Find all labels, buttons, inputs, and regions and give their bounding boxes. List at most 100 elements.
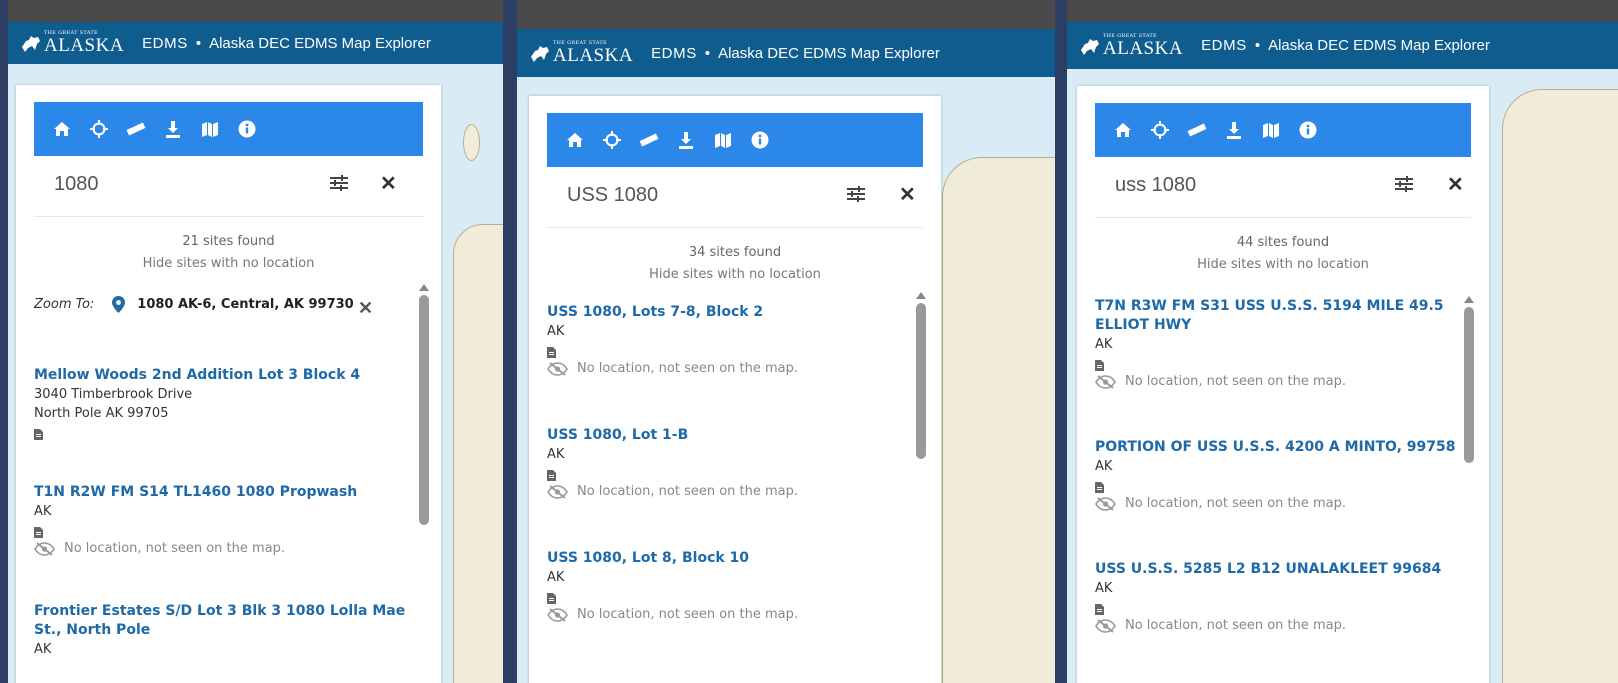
search-panel: ✕ 34 sites found Hide sites with no loca… [529, 96, 941, 683]
alaska-logo[interactable]: THE GREAT STATE ALASKA [1079, 33, 1184, 59]
logo-title: ALASKA [553, 45, 634, 66]
result-address-line: AK [547, 447, 565, 462]
eye-slash-icon [34, 541, 55, 556]
home-icon[interactable] [1113, 120, 1133, 140]
map-land [463, 124, 480, 161]
home-icon[interactable] [52, 119, 72, 139]
document-icon[interactable] [1095, 482, 1104, 493]
scroll-thumb[interactable] [1464, 307, 1474, 463]
eye-slash-icon [1095, 496, 1116, 511]
scroll-thumb[interactable] [916, 303, 926, 459]
no-location-text: No location, not seen on the map. [577, 361, 799, 376]
result-title[interactable]: USS 1080, Lots 7-8, Block 2 [547, 303, 911, 322]
result-item[interactable]: Mellow Woods 2nd Addition Lot 3 Block 4 … [34, 366, 411, 440]
results-scrollbar[interactable] [1464, 296, 1474, 683]
scroll-up-arrow[interactable] [419, 284, 429, 291]
filter-icon[interactable] [330, 175, 348, 196]
filter-icon[interactable] [847, 186, 865, 207]
no-location-text: No location, not seen on the map. [1125, 618, 1347, 633]
info-icon[interactable] [237, 119, 257, 139]
search-input[interactable] [565, 183, 799, 208]
search-panel: ✕ 21 sites found Hide sites with no loca… [16, 85, 441, 683]
app-title: Alaska DEC EDMS Map Explorer [1268, 37, 1490, 54]
search-input[interactable] [1113, 173, 1347, 198]
clear-search-button[interactable]: ✕ [1447, 172, 1464, 197]
result-item[interactable]: USS U.S.S. 5285 L2 B12 UNALAKLEET 99684 … [1095, 560, 1459, 633]
document-icon[interactable] [1095, 360, 1104, 371]
map-icon[interactable] [200, 119, 220, 139]
results-scrollbar[interactable] [419, 284, 429, 683]
ruler-icon[interactable] [126, 119, 146, 139]
scroll-thumb[interactable] [419, 295, 429, 525]
document-icon[interactable] [34, 429, 43, 440]
document-icon[interactable] [547, 470, 556, 481]
result-item[interactable]: USS 1080, Lot 8, Block 10 AK No location… [547, 549, 911, 622]
zoom-to-address[interactable]: 1080 AK-6, Central, AK 99730 [137, 297, 353, 312]
no-location-note: No location, not seen on the map. [1095, 496, 1459, 511]
crosshair-icon[interactable] [89, 119, 109, 139]
logo-title: ALASKA [1103, 37, 1184, 59]
map-icon[interactable] [1261, 120, 1281, 140]
document-icon[interactable] [547, 347, 556, 358]
crosshair-icon[interactable] [1150, 120, 1170, 140]
app-name[interactable]: EDMS [142, 35, 188, 52]
alaska-logo[interactable]: THE GREAT STATE ALASKA [529, 41, 633, 65]
crosshair-icon[interactable] [602, 130, 622, 150]
result-address-line: North Pole AK 99705 [34, 406, 169, 421]
result-item[interactable]: T7N R3W FM S31 USS U.S.S. 5194 MILE 49.5… [1095, 297, 1459, 389]
search-row: ✕ [1095, 157, 1471, 218]
download-icon[interactable] [676, 130, 696, 150]
results-count: 34 sites found [688, 245, 782, 260]
info-icon[interactable] [1298, 120, 1318, 140]
info-icon[interactable] [750, 130, 770, 150]
document-icon[interactable] [34, 527, 43, 538]
scroll-up-arrow[interactable] [916, 292, 926, 299]
result-title[interactable]: Mellow Woods 2nd Addition Lot 3 Block 4 [34, 366, 411, 385]
map-land [942, 157, 1055, 683]
result-address-line: AK [547, 324, 565, 339]
clear-search-button[interactable]: ✕ [380, 171, 397, 196]
document-icon[interactable] [547, 593, 556, 604]
clear-search-button[interactable]: ✕ [899, 182, 916, 207]
result-title[interactable]: PORTION OF USS U.S.S. 4200 A MINTO, 9975… [1095, 438, 1459, 457]
result-title[interactable]: USS U.S.S. 5285 L2 B12 UNALAKLEET 99684 [1095, 560, 1459, 579]
no-location-text: No location, not seen on the map. [577, 607, 799, 622]
filter-icon[interactable] [1395, 176, 1413, 197]
alaska-logo[interactable]: THE GREAT STATE ALASKA [20, 31, 124, 55]
scroll-up-arrow[interactable] [1464, 296, 1474, 303]
map-land [1502, 89, 1618, 683]
ruler-icon[interactable] [1187, 120, 1207, 140]
download-icon[interactable] [163, 119, 183, 139]
result-address-line: AK [1095, 337, 1113, 352]
location-pin-icon [112, 296, 126, 313]
result-item[interactable]: PORTION OF USS U.S.S. 4200 A MINTO, 9975… [1095, 438, 1459, 511]
bear-icon [531, 46, 549, 62]
result-address-line: AK [1095, 459, 1113, 474]
hide-no-location-link[interactable]: Hide sites with no location [1077, 257, 1489, 272]
result-title[interactable]: T7N R3W FM S31 USS U.S.S. 5194 MILE 49.5… [1095, 297, 1459, 335]
search-input[interactable] [52, 172, 286, 197]
home-icon[interactable] [565, 130, 585, 150]
app-name[interactable]: EDMS [651, 45, 697, 62]
window-topbar [517, 0, 1055, 29]
map-icon[interactable] [713, 130, 733, 150]
result-title[interactable]: USS 1080, Lot 8, Block 10 [547, 549, 911, 568]
download-icon[interactable] [1224, 120, 1244, 140]
app-name[interactable]: EDMS [1201, 37, 1247, 54]
result-title[interactable]: Frontier Estates S/D Lot 3 Blk 3 1080 Lo… [34, 602, 411, 640]
zoom-to-close-button[interactable]: ✕ [358, 298, 373, 319]
result-item[interactable]: USS 1080, Lots 7-8, Block 2 AK No locati… [547, 303, 911, 376]
result-title[interactable]: USS 1080, Lot 1-B [547, 426, 911, 445]
hide-no-location-link[interactable]: Hide sites with no location [529, 267, 941, 282]
hide-no-location-link[interactable]: Hide sites with no location [16, 256, 441, 271]
document-icon[interactable] [1095, 604, 1104, 615]
results-scrollbar[interactable] [916, 292, 926, 683]
result-item[interactable]: USS 1080, Lot 1-B AK No location, not se… [547, 426, 911, 499]
result-item[interactable]: Frontier Estates S/D Lot 3 Blk 3 1080 Lo… [34, 602, 411, 659]
ruler-icon[interactable] [639, 130, 659, 150]
result-title[interactable]: T1N R2W FM S14 TL1460 1080 Propwash [34, 483, 411, 502]
no-location-note: No location, not seen on the map. [1095, 618, 1459, 633]
result-item[interactable]: T1N R2W FM S14 TL1460 1080 Propwash AK N… [34, 483, 411, 556]
map-land [453, 224, 503, 683]
no-location-text: No location, not seen on the map. [64, 541, 286, 556]
